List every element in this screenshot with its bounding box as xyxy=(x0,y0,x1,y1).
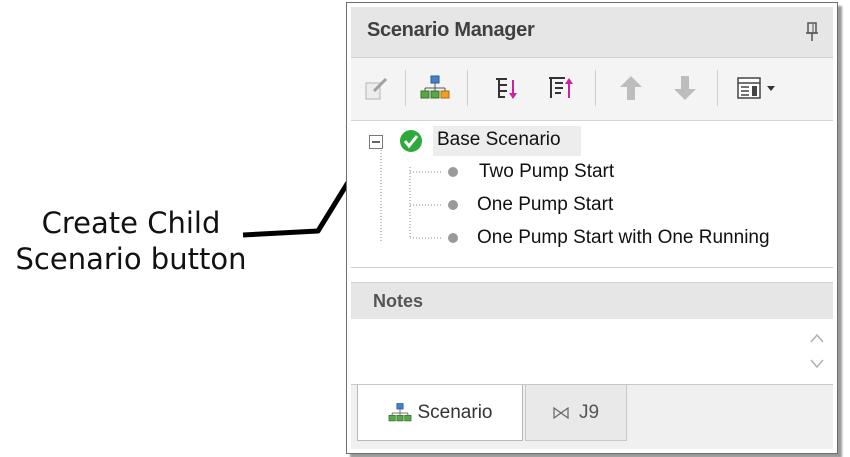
move-down-arrow-icon xyxy=(674,76,696,100)
scroll-down-icon[interactable] xyxy=(809,357,825,371)
chevron-down-icon xyxy=(767,86,775,91)
notes-header: Notes xyxy=(351,282,833,320)
scenario-tree-icon xyxy=(388,402,411,421)
tab-j9-label: J9 xyxy=(578,401,600,423)
sort-up-button[interactable] xyxy=(541,68,581,108)
sort-up-icon xyxy=(549,77,573,98)
panel-titlebar: Scenario Manager xyxy=(351,7,833,58)
callout-annotation: Create Child Scenario button xyxy=(0,205,262,277)
pin-icon[interactable] xyxy=(805,22,819,42)
sort-down-button[interactable] xyxy=(487,68,527,108)
scroll-up-icon[interactable] xyxy=(809,331,825,345)
callout-line-1: Create Child xyxy=(41,206,221,240)
notes-label: Notes xyxy=(373,291,424,311)
view-options-icon xyxy=(737,77,775,99)
move-up-arrow-icon xyxy=(620,76,642,100)
tree-item-one-pump-start-with-one-running[interactable]: One Pump Start with One Running xyxy=(477,227,770,249)
valve-icon xyxy=(553,406,569,419)
toolbar-separator xyxy=(595,70,596,106)
tab-scenario-label: Scenario xyxy=(417,401,493,423)
tree-item-base-scenario[interactable]: Base Scenario xyxy=(437,129,561,151)
edit-scenario-button[interactable] xyxy=(357,68,397,108)
scenario-toolbar xyxy=(351,58,833,121)
collapse-toggle-icon[interactable] xyxy=(369,135,383,149)
tab-scenario[interactable]: Scenario xyxy=(357,385,523,441)
callout-line-2: Scenario button xyxy=(15,242,247,276)
sort-down-icon xyxy=(496,78,517,99)
toolbar-separator xyxy=(717,70,718,106)
view-options-button[interactable] xyxy=(733,68,783,108)
tree-bullet-icon xyxy=(448,167,458,177)
edit-scenario-icon xyxy=(365,77,388,100)
tab-j9[interactable]: J9 xyxy=(525,385,627,441)
create-child-scenario-icon xyxy=(420,75,450,99)
toolbar-separator xyxy=(405,70,406,106)
toolbar-separator xyxy=(467,70,468,106)
tree-bullet-icon xyxy=(448,233,458,243)
scenario-tree: Base Scenario Two Pump Start One Pump St… xyxy=(351,121,833,268)
notes-textarea[interactable] xyxy=(351,319,833,383)
move-down-button[interactable] xyxy=(665,68,705,108)
tree-item-one-pump-start[interactable]: One Pump Start xyxy=(477,194,613,216)
panel-title: Scenario Manager xyxy=(367,19,535,41)
checkmark-icon xyxy=(400,130,422,152)
scenario-manager-panel: Scenario Manager Base Scenario Two Pump … xyxy=(346,2,838,454)
bottom-tab-strip: Scenario J9 xyxy=(351,384,833,449)
move-up-button[interactable] xyxy=(611,68,651,108)
tree-bullet-icon xyxy=(448,200,458,210)
tree-item-two-pump-start[interactable]: Two Pump Start xyxy=(479,161,614,183)
create-child-scenario-button[interactable] xyxy=(415,68,455,108)
